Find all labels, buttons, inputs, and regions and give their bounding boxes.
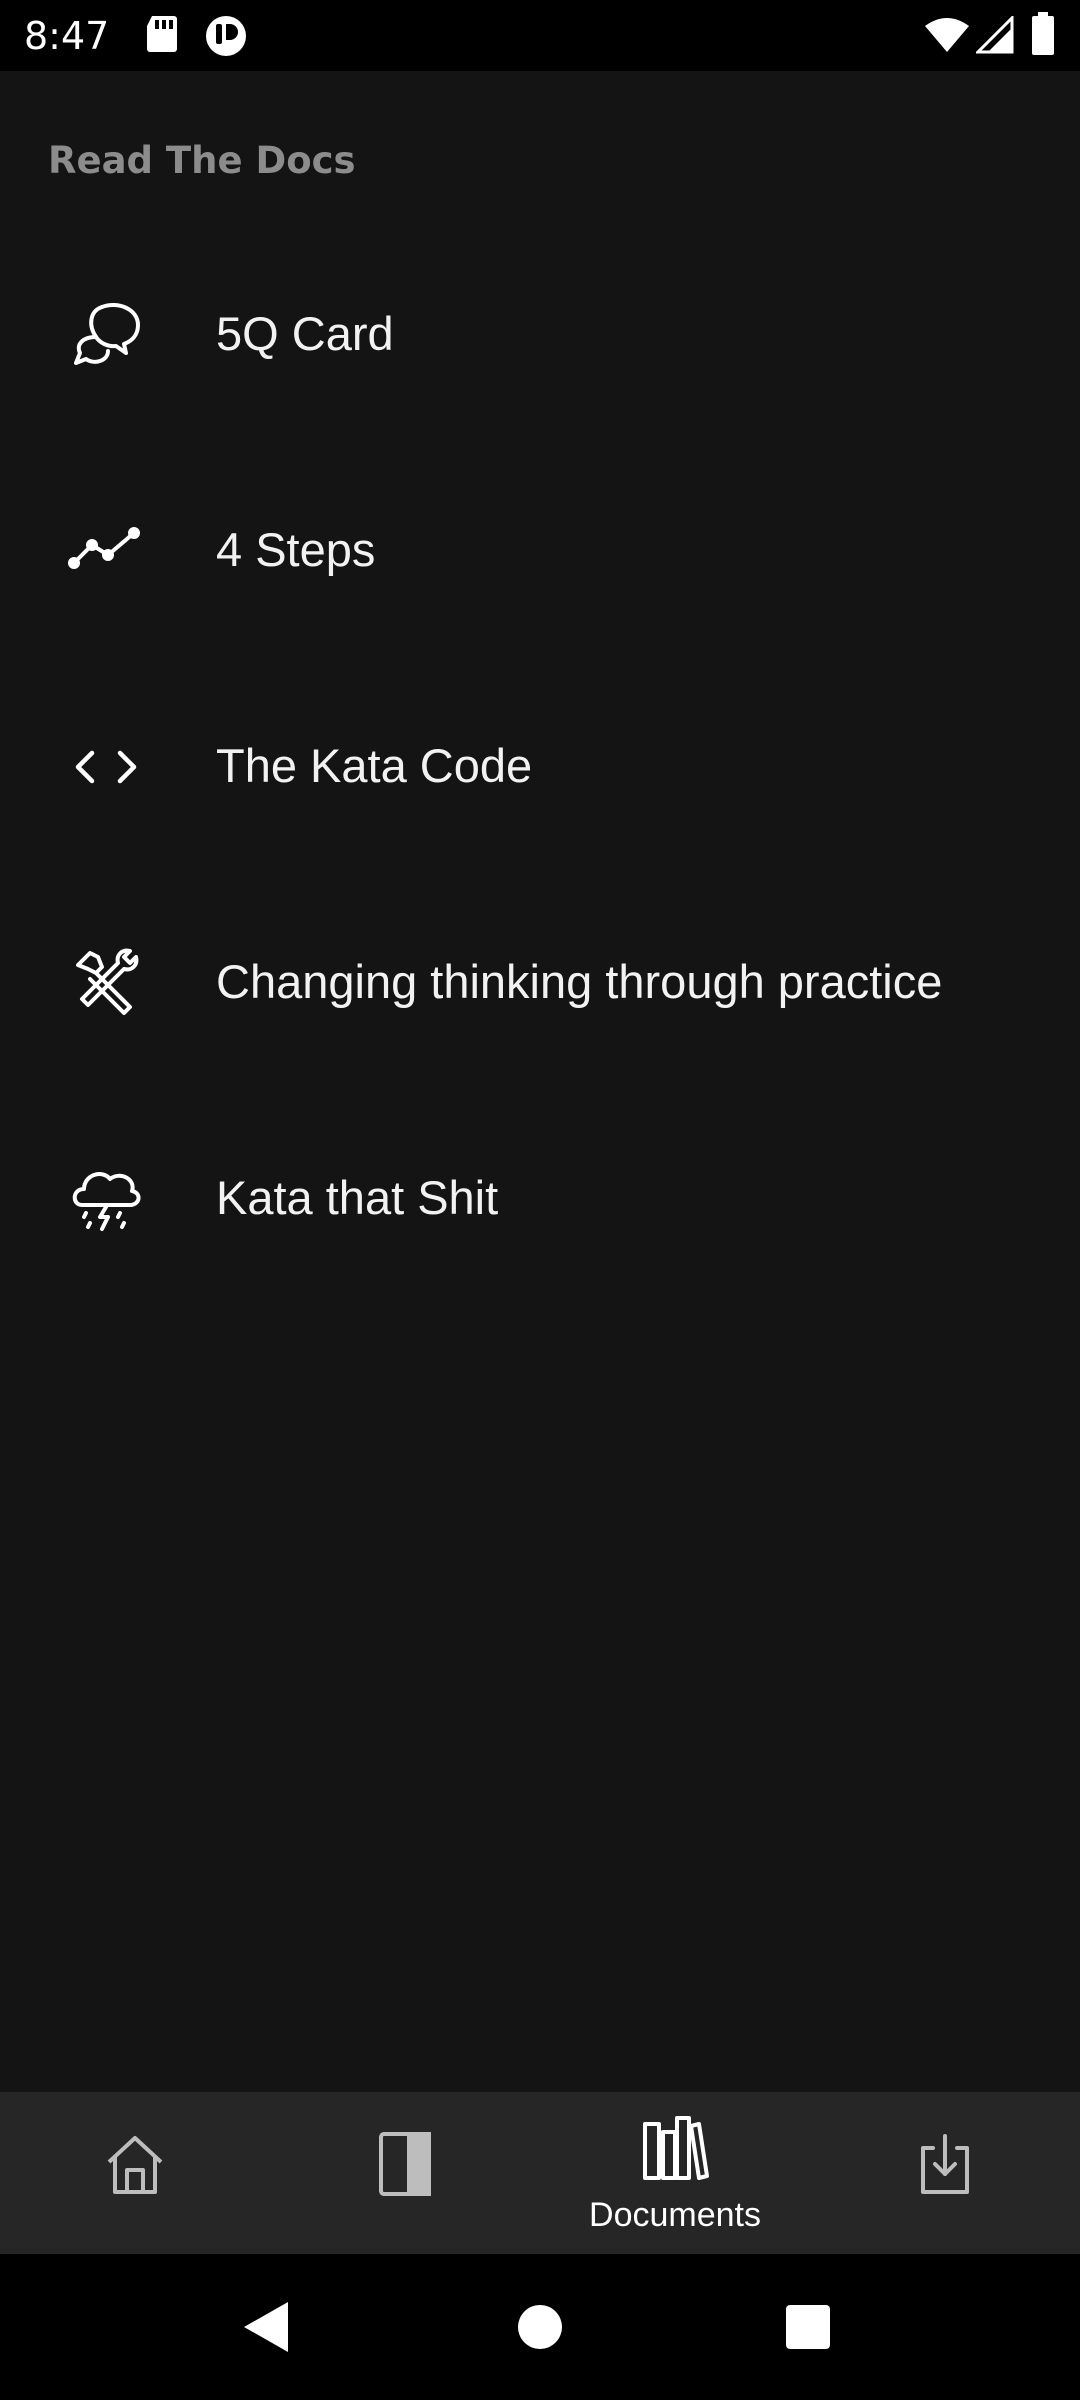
doc-label: Kata that Shit bbox=[216, 1170, 499, 1224]
status-time: 8:47 bbox=[24, 14, 110, 58]
nav-panel[interactable] bbox=[270, 2092, 540, 2254]
sd-card-icon bbox=[147, 16, 177, 52]
doc-label: 5Q Card bbox=[216, 306, 394, 360]
doc-item-kata-code[interactable]: The Kata Code bbox=[0, 657, 1080, 873]
nav-documents[interactable]: Documents bbox=[540, 2092, 810, 2254]
home-circle-icon[interactable] bbox=[490, 2254, 590, 2400]
battery-icon bbox=[1032, 12, 1054, 55]
cellular-signal-icon bbox=[976, 16, 1014, 54]
doc-label: 4 Steps bbox=[216, 522, 376, 576]
code-brackets-icon bbox=[75, 750, 137, 784]
documents-screen: Read The Docs 5Q Card 4 Steps The Kata C… bbox=[0, 71, 1080, 2092]
app-notification-icon bbox=[206, 16, 246, 56]
doc-item-kata-that[interactable]: Kata that Shit bbox=[0, 1089, 1080, 1305]
wifi-icon bbox=[925, 18, 969, 52]
doc-label: The Kata Code bbox=[216, 738, 533, 792]
doc-label: Changing thinking through practice bbox=[216, 954, 943, 1008]
system-navigation-bar bbox=[0, 2254, 1080, 2400]
tools-icon bbox=[76, 948, 139, 1015]
doc-item-changing-thinking[interactable]: Changing thinking through practice bbox=[0, 873, 1080, 1089]
line-chart-icon bbox=[68, 527, 140, 569]
nav-documents-label: Documents bbox=[589, 2196, 761, 2234]
nav-download[interactable] bbox=[810, 2092, 1080, 2254]
storm-cloud-icon bbox=[72, 1172, 141, 1231]
back-icon[interactable] bbox=[216, 2254, 316, 2400]
home-icon bbox=[107, 2136, 163, 2194]
download-icon bbox=[921, 2134, 969, 2194]
bottom-navigation: Documents bbox=[0, 2092, 1080, 2254]
nav-home[interactable] bbox=[0, 2092, 270, 2254]
library-icon bbox=[643, 2116, 709, 2180]
section-title: Read The Docs bbox=[48, 139, 356, 182]
panel-icon bbox=[379, 2132, 431, 2196]
chat-bubbles-icon bbox=[74, 303, 140, 365]
recents-square-icon[interactable] bbox=[758, 2254, 858, 2400]
doc-item-4-steps[interactable]: 4 Steps bbox=[0, 441, 1080, 657]
status-bar: 8:47 bbox=[0, 0, 1080, 71]
doc-item-5q-card[interactable]: 5Q Card bbox=[0, 225, 1080, 441]
